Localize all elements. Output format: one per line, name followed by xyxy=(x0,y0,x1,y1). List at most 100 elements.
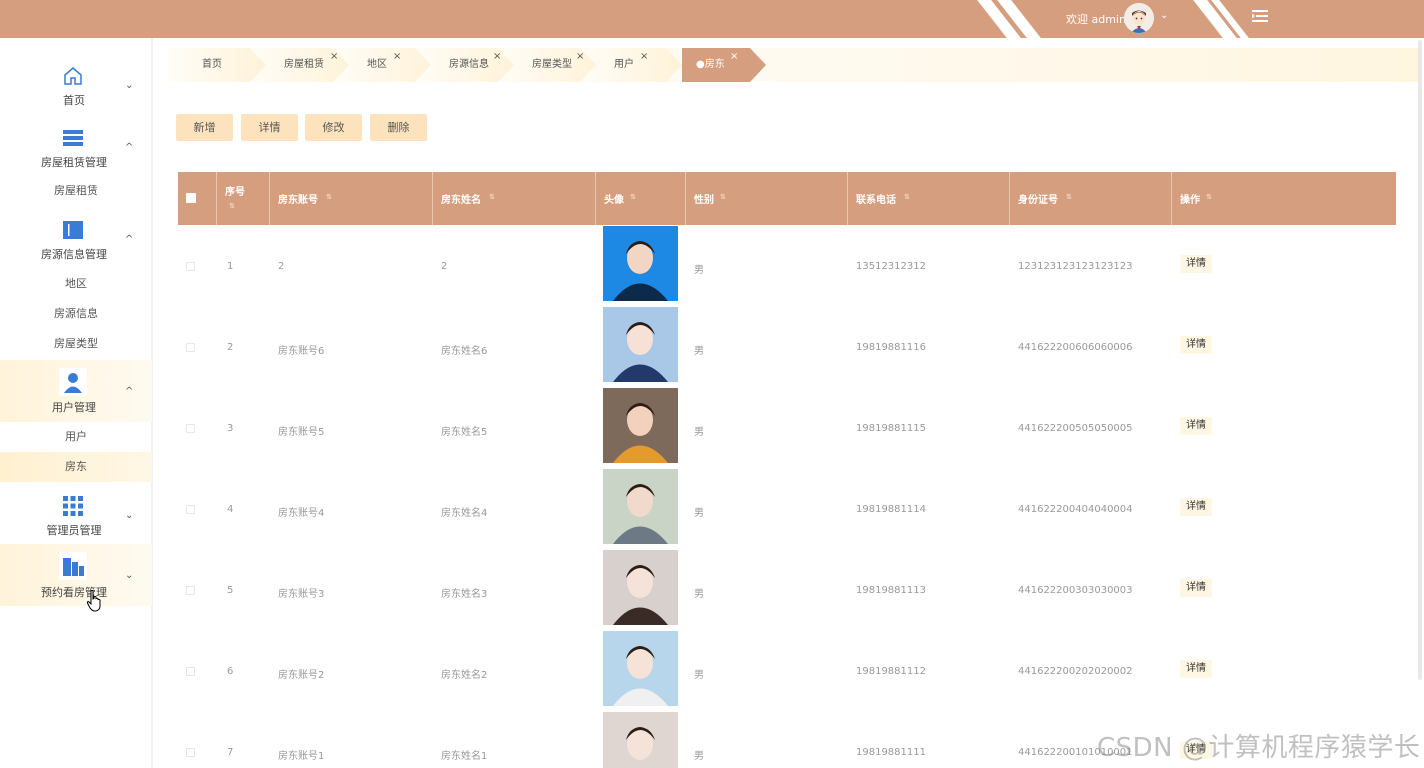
sidebar-group-booking[interactable]: 预约看房管理 ⌄ xyxy=(0,544,152,606)
cell-name: 房东姓名6 xyxy=(441,346,488,357)
avatar-photo xyxy=(603,307,678,382)
column-label: 房东姓名 xyxy=(441,195,481,206)
row-checkbox[interactable] xyxy=(186,667,195,676)
detail-button[interactable]: 详情 xyxy=(241,114,298,141)
select-all-checkbox[interactable] xyxy=(186,193,196,203)
sidebar-group-users[interactable]: 用户管理 ^ xyxy=(0,360,152,422)
sort-icon[interactable]: ⇅ xyxy=(720,193,726,201)
sidebar-item-rental[interactable]: 房屋租赁 xyxy=(0,176,152,206)
row-detail-button[interactable]: 详情 xyxy=(1180,255,1212,273)
table-row[interactable]: 5 房东账号3 房东姓名3 男 19819881113 44162220030303000… xyxy=(178,549,1396,630)
sidebar-item-listing[interactable]: 房源信息 xyxy=(0,299,152,329)
sidebar-group-label: 用户管理 xyxy=(52,401,96,414)
chevron-down-icon[interactable]: ⌄ xyxy=(1160,10,1168,21)
scrollbar[interactable] xyxy=(1418,40,1422,680)
sidebar-group-listing[interactable]: 房源信息管理 ^ xyxy=(0,216,152,264)
column-header[interactable]: 房东姓名 ⇅ xyxy=(433,172,596,225)
column-header[interactable]: 身份证号 ⇅ xyxy=(1010,172,1172,225)
table-row[interactable]: 2 房东账号6 房东姓名6 男 19819881116 44162220060606000… xyxy=(178,306,1396,387)
cell-id-card: 441622200303030003 xyxy=(1018,585,1133,596)
top-bar: 欢迎 admin ⌄ xyxy=(0,0,1424,38)
row-detail-button[interactable]: 详情 xyxy=(1180,336,1212,354)
tab-label: 房屋类型 xyxy=(532,59,572,70)
cell-gender: 男 xyxy=(694,508,704,519)
row-checkbox[interactable] xyxy=(186,343,195,352)
sort-icon[interactable]: ⇅ xyxy=(229,202,235,210)
row-detail-button[interactable]: 详情 xyxy=(1180,660,1212,678)
delete-button[interactable]: 删除 xyxy=(370,114,427,141)
sidebar-group-rental[interactable]: 房屋租赁管理 ^ xyxy=(0,124,152,172)
column-label: 头像 xyxy=(604,195,624,206)
cell-phone: 19819881116 xyxy=(856,342,926,353)
row-checkbox[interactable] xyxy=(186,748,195,757)
sort-icon[interactable]: ⇅ xyxy=(1066,193,1072,201)
column-header[interactable]: 房东账号 ⇅ xyxy=(270,172,433,225)
sidebar-item-house-type[interactable]: 房屋类型 xyxy=(0,329,152,359)
sidebar-item-region[interactable]: 地区 xyxy=(0,269,152,299)
sort-icon[interactable]: ⇅ xyxy=(630,193,636,201)
cell-account: 房东账号2 xyxy=(278,670,325,681)
cell-account: 房东账号4 xyxy=(278,508,325,519)
column-label: 性别 xyxy=(694,195,714,206)
close-icon[interactable]: × xyxy=(493,40,501,74)
row-detail-button[interactable]: 详情 xyxy=(1180,498,1212,516)
sort-icon[interactable]: ⇅ xyxy=(489,193,495,201)
sidebar-group-home[interactable]: 首页 ⌄ xyxy=(0,60,152,110)
close-icon[interactable]: × xyxy=(730,40,738,74)
watermark: CSDN @计算机程序猿学长 xyxy=(1097,733,1421,763)
cell-phone: 19819881112 xyxy=(856,666,926,677)
row-detail-button[interactable]: 详情 xyxy=(1180,417,1212,435)
sort-icon[interactable]: ⇅ xyxy=(904,193,910,201)
table-row[interactable]: 3 房东账号5 房东姓名5 男 19819881115 44162220050505000… xyxy=(178,387,1396,468)
chevron-down-icon: ⌄ xyxy=(125,570,134,581)
cell-phone: 19819881111 xyxy=(856,747,926,758)
user-avatar-icon[interactable] xyxy=(1124,3,1154,33)
avatar-photo xyxy=(603,550,678,625)
edit-button[interactable]: 修改 xyxy=(305,114,362,141)
list-icon xyxy=(62,127,84,149)
tab-home[interactable]: 首页 xyxy=(168,48,270,82)
sidebar-item-user[interactable]: 用户 xyxy=(0,422,152,452)
close-icon[interactable]: × xyxy=(393,40,401,74)
cell-name: 房东姓名1 xyxy=(441,751,488,762)
column-header[interactable]: 头像 ⇅ xyxy=(596,172,686,225)
chevron-up-icon: ^ xyxy=(125,142,134,153)
cell-account: 房东账号5 xyxy=(278,427,325,438)
cell-id-card: 441622200404040004 xyxy=(1018,504,1133,515)
sort-icon[interactable]: ⇅ xyxy=(326,193,332,201)
close-icon[interactable]: × xyxy=(640,40,648,74)
table-row[interactable]: 6 房东账号2 房东姓名2 男 19819881112 44162220020202000… xyxy=(178,630,1396,711)
column-header[interactable]: 序号 ⇅ xyxy=(217,172,270,225)
row-checkbox[interactable] xyxy=(186,424,195,433)
cell-phone: 13512312312 xyxy=(856,261,926,272)
table-row[interactable]: 4 房东账号4 房东姓名4 男 19819881114 44162220040404000… xyxy=(178,468,1396,549)
sidebar-group-label: 管理员管理 xyxy=(46,524,102,537)
sidebar-group-admin[interactable]: 管理员管理 ⌄ xyxy=(0,492,152,542)
close-icon[interactable]: × xyxy=(576,40,584,74)
table-row[interactable]: 1 2 2 男 13512312312 123123123123123123 详情 xyxy=(178,225,1396,306)
cell-index: 1 xyxy=(227,261,234,272)
sidebar-group-label: 房屋租赁管理 xyxy=(41,156,107,169)
tab-label: 首页 xyxy=(202,59,222,70)
table-header: 序号 ⇅ 房东账号 ⇅ 房东姓名 ⇅ 头像 ⇅ 性别 ⇅ 联系电话 ⇅ 身份证号… xyxy=(178,172,1396,225)
chevron-down-icon: ⌄ xyxy=(125,510,134,521)
cell-phone: 19819881114 xyxy=(856,504,926,515)
welcome-text: 欢迎 admin xyxy=(1066,13,1126,26)
row-detail-button[interactable]: 详情 xyxy=(1180,579,1212,597)
row-checkbox[interactable] xyxy=(186,505,195,514)
add-button[interactable]: 新增 xyxy=(176,114,233,141)
close-icon[interactable]: × xyxy=(330,40,338,74)
building-icon xyxy=(59,552,87,580)
row-checkbox[interactable] xyxy=(186,586,195,595)
column-label: 身份证号 xyxy=(1018,195,1058,206)
hamburger-icon[interactable] xyxy=(1252,9,1268,23)
tab-landlord[interactable]: ●房东 × xyxy=(682,48,766,82)
cell-name: 房东姓名4 xyxy=(441,508,488,519)
sort-icon: ⇅ xyxy=(1206,193,1212,201)
cell-account: 房东账号3 xyxy=(278,589,325,600)
row-checkbox[interactable] xyxy=(186,262,195,271)
sidebar-item-landlord[interactable]: 房东 xyxy=(0,452,152,482)
column-header[interactable]: 性别 ⇅ xyxy=(686,172,848,225)
chevron-up-icon: ^ xyxy=(125,234,134,245)
column-header[interactable]: 联系电话 ⇅ xyxy=(848,172,1010,225)
